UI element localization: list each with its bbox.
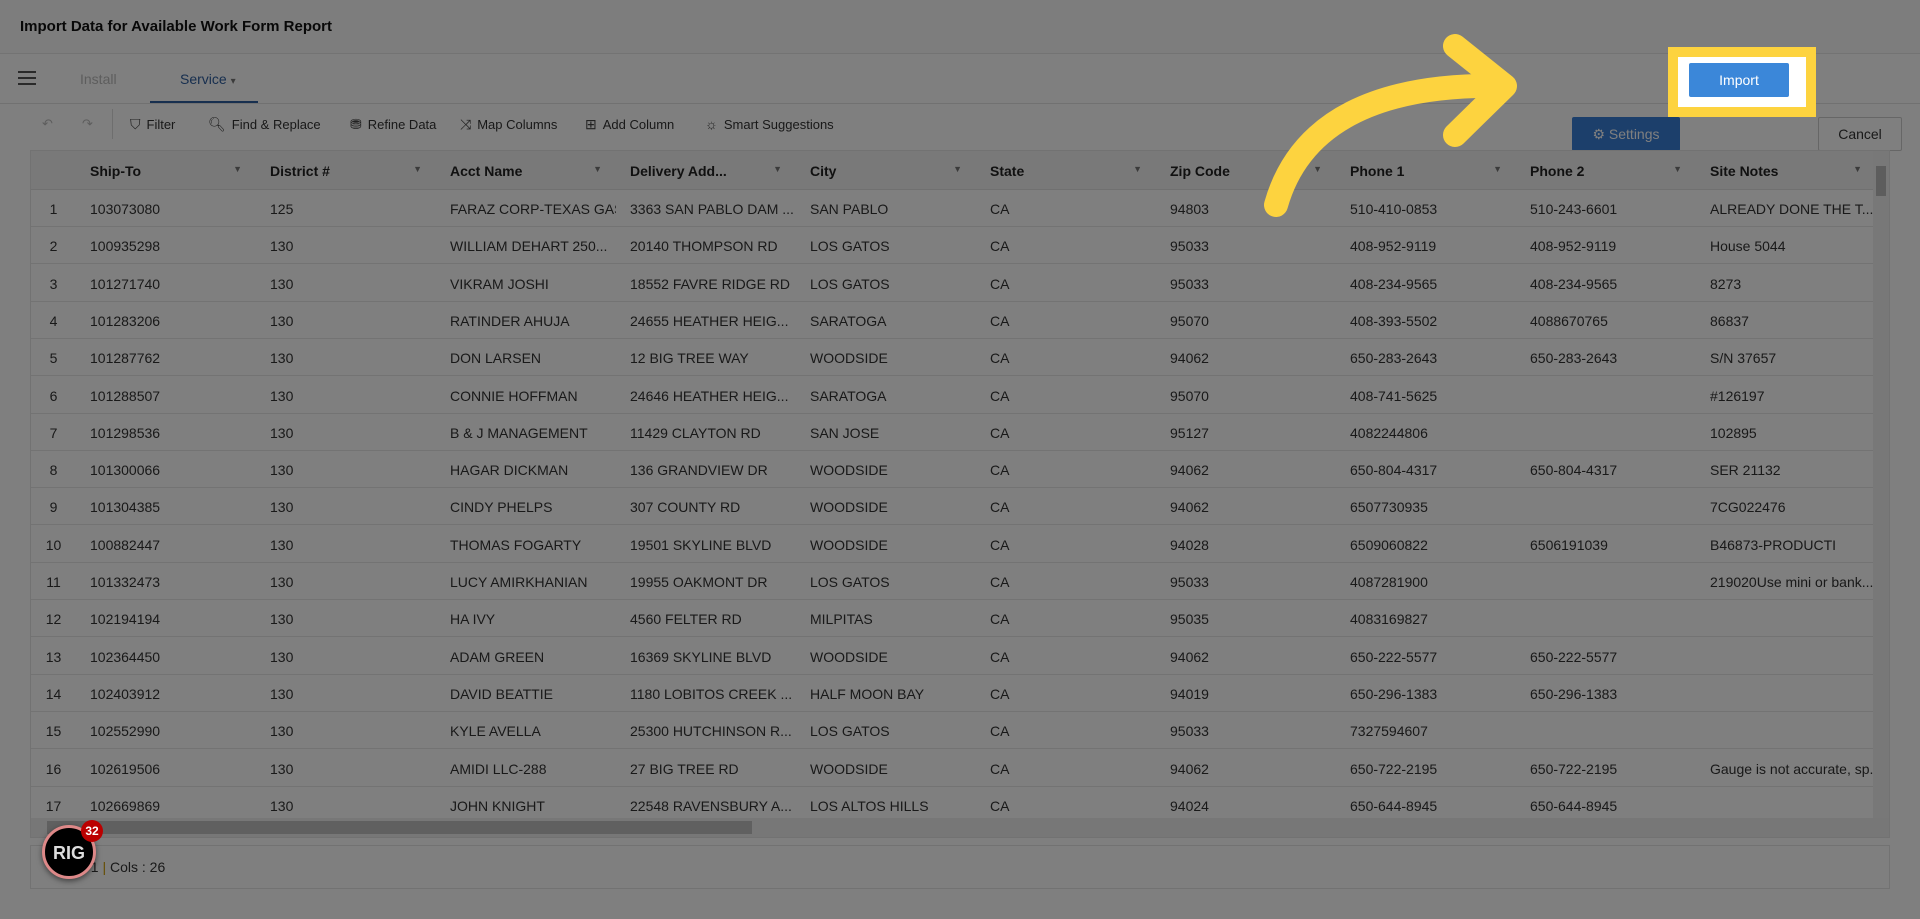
- app-badge-avatar[interactable]: RIG 32: [42, 820, 103, 879]
- rig-logo: RIG: [52, 843, 85, 863]
- notification-count: 32: [81, 820, 103, 842]
- pointer-arrow-icon: [1264, 34, 1517, 217]
